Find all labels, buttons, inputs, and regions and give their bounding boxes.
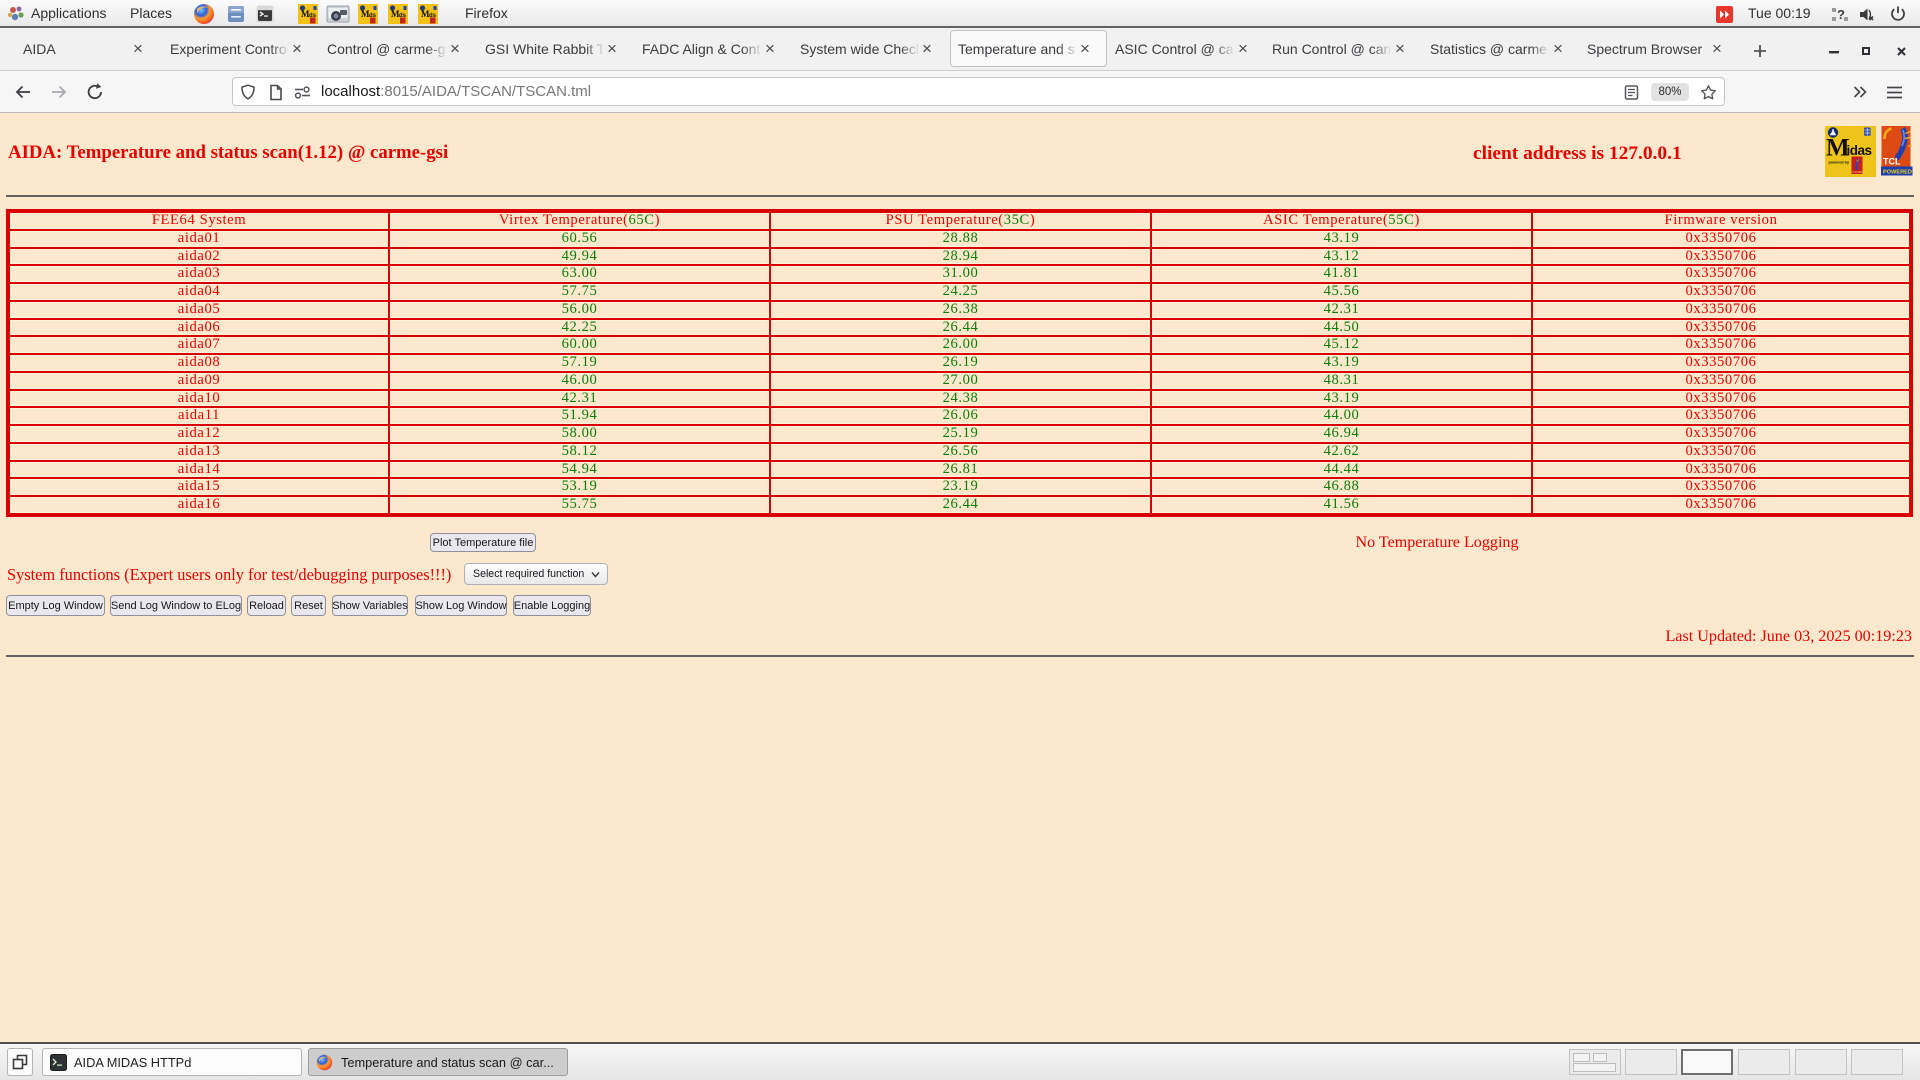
svg-text:POWERED: POWERED bbox=[1883, 170, 1912, 176]
svg-text:POWERED: POWERED bbox=[1853, 170, 1867, 174]
svg-text:?: ? bbox=[1837, 7, 1845, 22]
svg-text:idas: idas bbox=[1847, 143, 1872, 158]
svg-text:powered by: powered by bbox=[1829, 161, 1850, 165]
svg-text:TCL: TCL bbox=[1883, 157, 1901, 167]
